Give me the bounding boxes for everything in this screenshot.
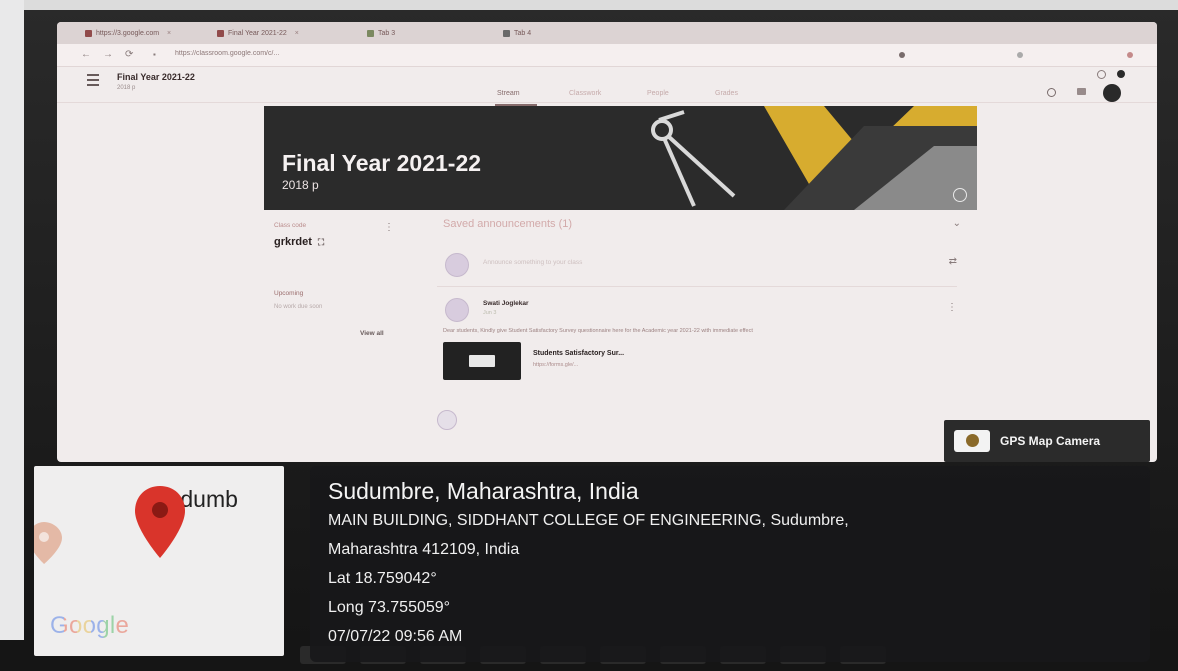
post-body: Dear students, Kindly give Student Satis… [443,328,753,334]
saved-announcements-header[interactable]: Saved announcements (1) [443,218,572,230]
extension-icon[interactable] [1017,52,1023,58]
avatar [445,298,469,322]
tab-favicon-icon [85,29,92,37]
account-icon[interactable] [1117,70,1125,78]
address-line-1: MAIN BUILDING, SIDDHANT COLLEGE OF ENGIN… [328,512,849,529]
photo-edge-left [0,0,24,671]
tab-favicon-icon [503,29,510,37]
reload-icon[interactable]: ⟳ [125,49,133,60]
forward-icon[interactable]: → [103,49,113,60]
camera-lens-icon [966,434,979,447]
latitude-text: Lat 18.759042° [328,570,437,587]
tab-grades[interactable]: Grades [715,90,738,97]
address-line-2: Maharashtra 412109, India [328,541,520,558]
notification-icon[interactable] [1097,70,1106,79]
profile-icon[interactable] [1127,52,1133,58]
announce-placeholder: Announce something to your class [483,259,583,266]
gps-camera-icon [954,430,990,452]
no-work-due-text: No work due soon [274,304,323,310]
banner-title: Final Year 2021-22 [282,150,482,176]
tab-classwork[interactable]: Classwork [569,90,601,97]
swap-icon[interactable]: ⇄ [949,256,957,267]
photo-edge-top [0,0,1178,10]
apps-icon[interactable] [1077,88,1086,95]
more-icon[interactable]: ⋮ [947,302,957,313]
map-thumbnail: ıdumb Google [34,466,284,656]
announce-composer[interactable]: Announce something to your class ⇄ [437,240,957,287]
settings-icon[interactable] [1047,88,1056,97]
laptop-screen: https://3.google.com × Final Year 2021-22… [57,22,1157,462]
attachment-title[interactable]: Students Satisfactory Sur... [533,350,624,357]
address-bar: ← → ⟳ ▪ https://classroom.google.com/c/.… [57,44,1157,67]
tab-people[interactable]: People [647,90,669,97]
class-subtitle: 2018 p [117,85,136,91]
view-all-link[interactable]: View all [360,330,384,337]
class-code-label: Class code [274,222,307,229]
more-icon[interactable]: ⋮ [384,222,394,233]
tab-stream[interactable]: Stream [495,90,537,106]
longitude-text: Long 73.755059° [328,599,451,616]
map-pin-icon [135,486,185,558]
class-title: Final Year 2021-22 [117,72,195,82]
menu-icon[interactable] [87,74,99,86]
attachment-url[interactable]: https://forms.gle/... [533,362,578,368]
attachment-thumbnail[interactable] [443,342,521,380]
lock-icon: ▪ [153,50,156,59]
browser-tab[interactable]: Tab 3 [367,26,497,42]
location-info-box: Sudumbre, Maharashtra, India MAIN BUILDI… [310,466,1150,662]
close-icon[interactable]: × [295,30,299,37]
banner-subtitle: 2018 p [282,178,319,192]
tab-favicon-icon [217,29,224,37]
gps-map-camera-badge: GPS Map Camera [944,420,1150,462]
classroom-app-bar: Final Year 2021-22 2018 p Stream Classwo… [57,66,1157,106]
location-title: Sudumbre, Maharashtra, India [328,478,639,504]
compass-icon [651,110,736,207]
info-icon[interactable] [953,188,967,202]
tab-favicon-icon [367,29,374,37]
class-code: grkrdet ⛶ [274,236,325,248]
google-logo: Google [50,612,130,639]
close-icon[interactable]: × [167,30,171,37]
browser-tab[interactable]: Tab 4 [503,26,633,42]
upcoming-label: Upcoming [274,290,304,297]
extension-icon[interactable] [899,52,905,58]
class-banner: Final Year 2021-22 2018 p [264,106,977,210]
back-icon[interactable]: ← [81,49,91,60]
datetime-text: 07/07/22 09:56 AM [328,628,463,645]
avatar[interactable] [1103,84,1121,102]
browser-tab[interactable]: https://3.google.com × [85,26,205,42]
form-icon [469,355,495,367]
url-field[interactable]: https://classroom.google.com/c/... [175,50,795,61]
browser-tab-bar: https://3.google.com × Final Year 2021-22… [57,22,1157,44]
chevron-down-icon[interactable]: ⌄ [953,218,961,229]
class-code-card: Class code ⋮ grkrdet ⛶ Upcoming No work d… [264,212,394,342]
map-pin-faded-icon [34,522,62,564]
avatar [445,253,469,277]
gps-badge-label: GPS Map Camera [1000,434,1101,448]
fullscreen-icon[interactable]: ⛶ [318,237,324,247]
stream-feed: Saved announcements (1) ⌄ Announce somet… [437,212,961,462]
browser-tab[interactable]: Final Year 2021-22 × [217,26,347,42]
post-date: Jun 3 [483,310,497,316]
post-author: Swati Joglekar [483,300,529,307]
avatar [437,410,457,430]
